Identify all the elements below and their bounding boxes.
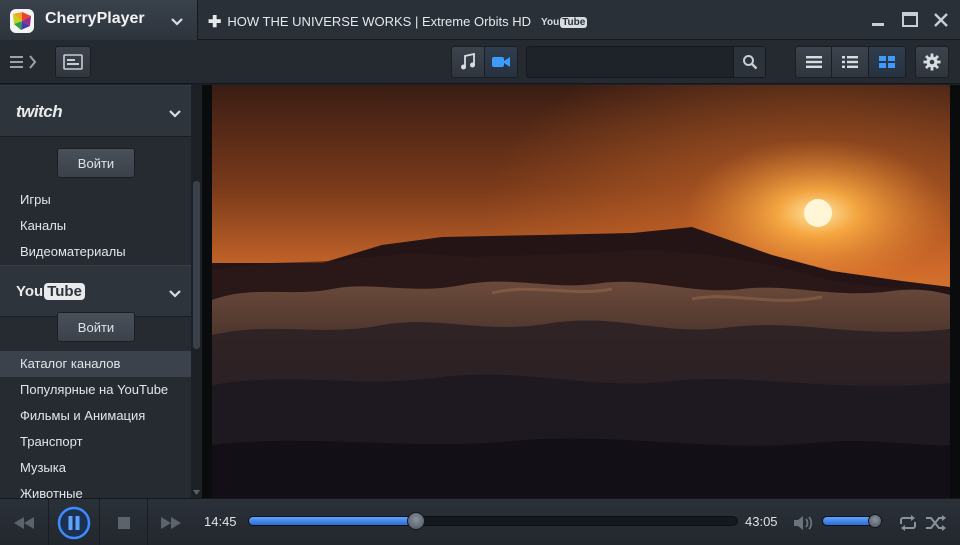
settings-button[interactable] — [915, 46, 949, 78]
scroll-down-icon[interactable] — [193, 489, 200, 496]
maximize-button[interactable] — [901, 11, 919, 29]
title-bar: CherryPlayer ✚ HOW THE UNIVERSE WORKS | E… — [0, 0, 960, 40]
sidebar-item-music[interactable]: Музыка — [0, 455, 191, 481]
add-icon[interactable]: ✚ — [208, 12, 221, 32]
next-button[interactable] — [148, 499, 194, 545]
sidebar-item-transport[interactable]: Транспорт — [0, 429, 191, 455]
chevron-down-icon — [171, 18, 183, 26]
repeat-icon — [900, 514, 916, 531]
close-button[interactable] — [932, 11, 950, 29]
search-icon — [742, 55, 757, 70]
search-input[interactable] — [527, 47, 732, 77]
grid-view-button[interactable] — [868, 46, 906, 78]
youtube-login-button[interactable]: Войти — [57, 312, 135, 342]
minimize-button[interactable] — [869, 11, 887, 29]
video-camera-icon — [492, 57, 510, 67]
fast-forward-icon — [161, 516, 181, 529]
list-view-button[interactable] — [795, 46, 832, 78]
seek-bar-knob[interactable] — [406, 512, 425, 530]
seek-bar-fill — [249, 517, 417, 525]
elapsed-time: 14:45 — [204, 514, 237, 529]
sidebar-toggle-button[interactable] — [6, 52, 42, 72]
twitch-section-header[interactable]: twitch — [0, 85, 191, 137]
youtube-source-badge: You Tube — [541, 17, 588, 28]
chevron-down-icon — [169, 290, 181, 298]
music-note-icon — [461, 53, 475, 70]
app-menu-button[interactable]: CherryPlayer — [0, 0, 198, 40]
hamburger-menu-icon — [10, 56, 23, 68]
youtube-logo: You Tube — [16, 283, 85, 300]
seek-bar[interactable] — [248, 516, 738, 526]
search-box — [526, 46, 766, 78]
sidebar-item-videos[interactable]: Видеоматериалы — [0, 239, 191, 265]
video-area — [202, 85, 960, 498]
playlist-button[interactable] — [55, 46, 91, 78]
twitch-logo: twitch — [16, 102, 63, 121]
sidebar-item-animals[interactable]: Животные — [0, 481, 191, 498]
volume-slider-fill — [823, 517, 875, 525]
youtube-section-header[interactable]: You Tube — [0, 265, 191, 317]
music-mode-button[interactable] — [451, 46, 485, 78]
toolbar — [0, 40, 960, 84]
sidebar-item-channels[interactable]: Каналы — [0, 213, 191, 239]
playlist-icon — [63, 54, 83, 70]
shuffle-icon — [926, 514, 946, 531]
media-title-text: HOW THE UNIVERSE WORKS | Extreme Orbits … — [227, 14, 532, 29]
stop-button[interactable] — [100, 499, 147, 545]
chevron-down-icon — [169, 110, 181, 118]
pause-button[interactable] — [49, 499, 99, 545]
playback-controls: 14:45 43:05 — [0, 498, 960, 545]
cherryplayer-logo-icon — [10, 9, 34, 33]
stop-icon — [117, 516, 130, 529]
grid-view-icon — [879, 56, 895, 68]
shuffle-button[interactable] — [923, 499, 949, 545]
pause-icon — [57, 506, 91, 539]
detail-view-button[interactable] — [831, 46, 869, 78]
video-mode-button[interactable] — [484, 46, 518, 78]
mute-button[interactable] — [790, 499, 818, 545]
previous-button[interactable] — [0, 499, 48, 545]
repeat-button[interactable] — [896, 499, 920, 545]
sidebar-scrollbar[interactable] — [191, 85, 202, 498]
detail-list-view-icon — [842, 56, 858, 68]
rewind-icon — [14, 516, 34, 529]
sidebar-item-popular[interactable]: Популярные на YouTube — [0, 377, 191, 403]
app-name: CherryPlayer — [45, 10, 145, 27]
sidebar-item-games[interactable]: Игры — [0, 187, 191, 213]
gear-icon — [923, 53, 941, 71]
volume-slider-knob[interactable] — [868, 514, 883, 528]
video-frame[interactable] — [212, 85, 950, 498]
sidebar-item-channel-catalog[interactable]: Каталог каналов — [0, 351, 191, 377]
list-view-icon — [805, 56, 822, 68]
twitch-login-button[interactable]: Войти — [57, 148, 135, 178]
volume-icon — [794, 515, 813, 530]
search-button[interactable] — [733, 47, 765, 77]
sidebar: twitch Войти Игры Каналы Видеоматериалы … — [0, 85, 202, 498]
sidebar-item-film-animation[interactable]: Фильмы и Анимация — [0, 403, 191, 429]
sidebar-scrollbar-thumb[interactable] — [193, 181, 200, 349]
total-duration: 43:05 — [745, 514, 778, 529]
media-title: ✚ HOW THE UNIVERSE WORKS | Extreme Orbits… — [208, 12, 588, 32]
